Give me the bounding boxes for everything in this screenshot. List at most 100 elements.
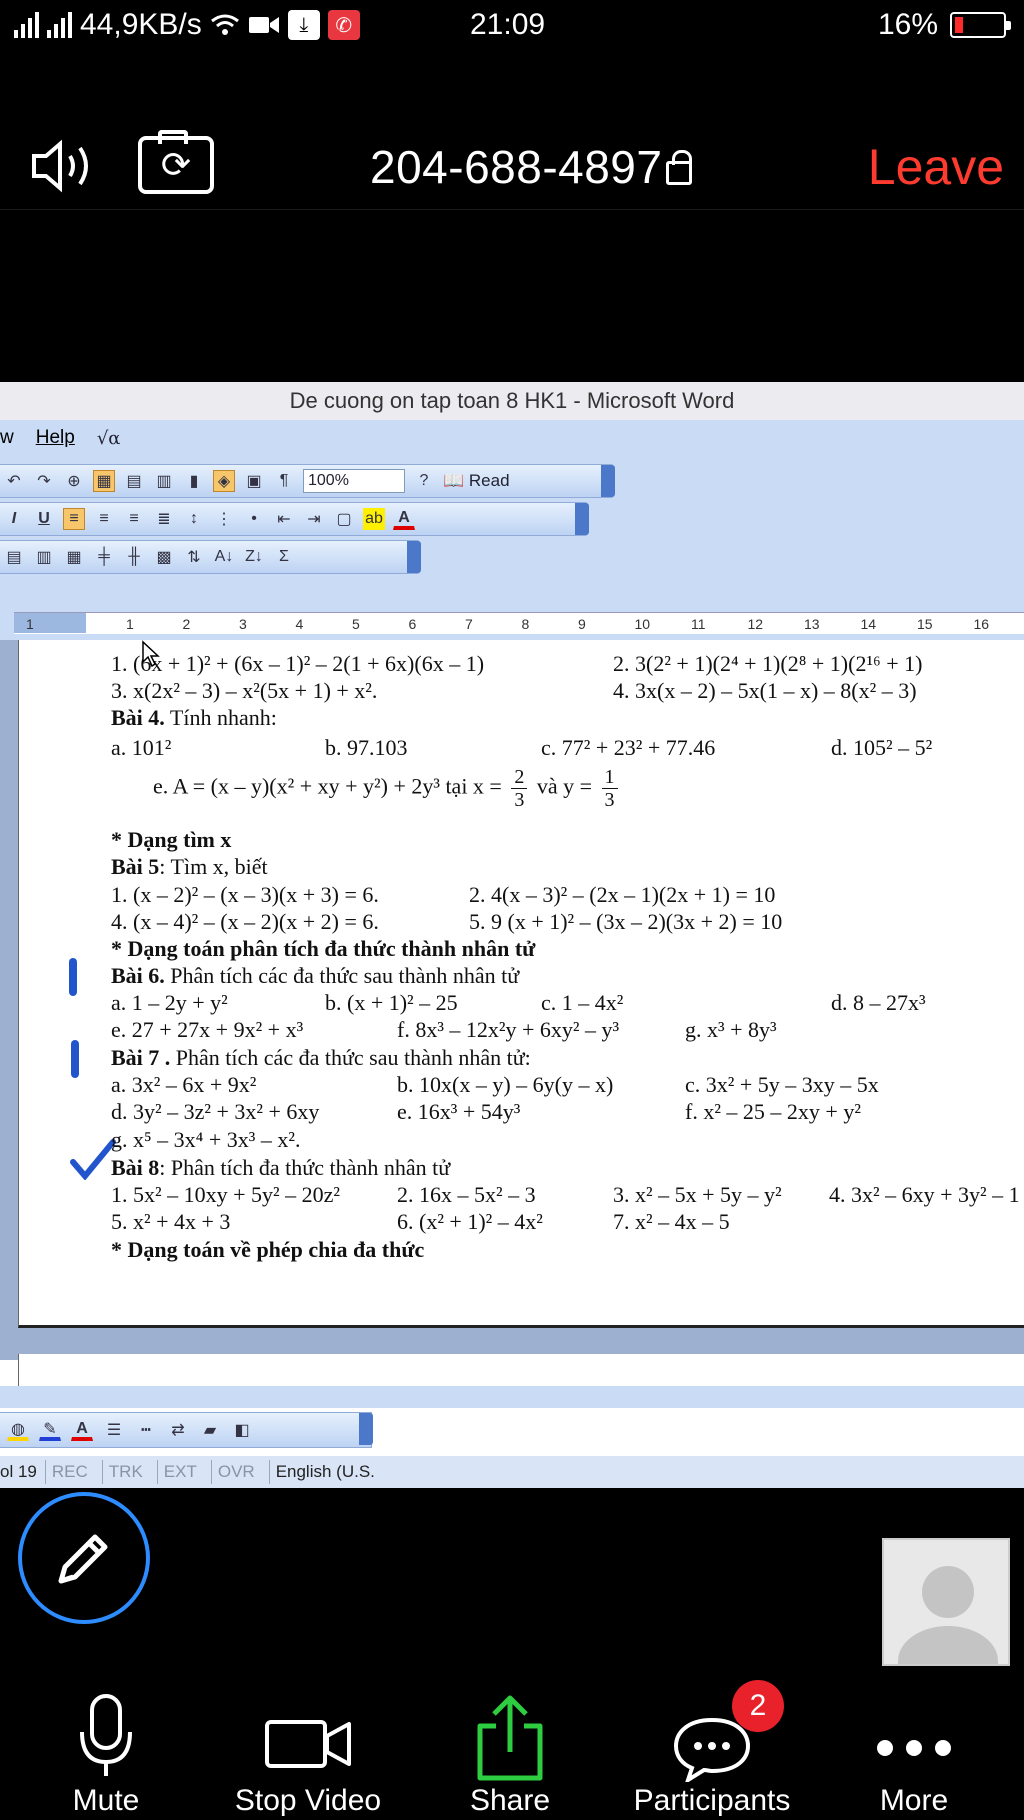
status-left: 44,9KB/s ⤓ ✆: [14, 8, 360, 42]
meeting-header: ⟳ 204-688-4897 Leave: [0, 110, 1024, 210]
insert-table-icon[interactable]: ▤: [123, 470, 145, 492]
ex5-4: 4. (x – 4)² – (x – 2)(x + 2) = 6.: [111, 909, 379, 934]
highlight-icon[interactable]: ab: [363, 508, 385, 530]
meeting-id-label[interactable]: 204-688-4897: [370, 140, 693, 194]
menu-item-view-partial[interactable]: w: [0, 427, 14, 449]
undo-icon[interactable]: ↶: [3, 470, 25, 492]
insert-excel-icon[interactable]: ▥: [153, 470, 175, 492]
bullets-icon[interactable]: •: [243, 508, 265, 530]
switch-camera-icon[interactable]: ⟳: [138, 130, 214, 194]
ex8-4: 4. 3x² – 6xy + 3y² – 1: [829, 1182, 1020, 1207]
read-button[interactable]: 📖 Read: [443, 471, 510, 491]
status-trk[interactable]: TRK: [101, 1460, 149, 1484]
ex8-title: : Phân tích đa thức thành nhân tử: [159, 1155, 451, 1180]
document-area[interactable]: 1. (6x + 1)² + (6x – 1)² – 2(1 + 6x)(6x …: [0, 640, 1024, 1394]
align-right-icon[interactable]: ≡: [123, 508, 145, 530]
align-cells-icon[interactable]: ▦: [63, 546, 85, 568]
video-camera-icon: [265, 1720, 351, 1768]
speaker-icon[interactable]: [30, 138, 100, 194]
font-color-drawing-icon[interactable]: A: [71, 1419, 93, 1441]
3d-icon[interactable]: ◧: [231, 1419, 253, 1441]
ex7-a: a. 3x² – 6x + 9x²: [111, 1072, 257, 1097]
leave-button[interactable]: Leave: [868, 138, 1004, 196]
line-spacing-icon[interactable]: ↕: [183, 508, 205, 530]
increase-indent-icon[interactable]: ⇥: [303, 508, 325, 530]
word-title-bar: De cuong on tap toan 8 HK1 - Microsoft W…: [0, 382, 1024, 420]
pencil-icon: [58, 1534, 108, 1584]
ex7-f: f. x² – 25 – 2xy + y²: [685, 1099, 861, 1124]
fraction-one-third: 13: [601, 766, 618, 811]
ruler-tick-label: 1: [126, 616, 134, 632]
redo-icon[interactable]: ↷: [33, 470, 55, 492]
ruler-tick-label: 10: [634, 616, 651, 632]
status-rec[interactable]: REC: [44, 1460, 94, 1484]
self-video-thumbnail[interactable]: [882, 1538, 1010, 1666]
help-icon[interactable]: ?: [413, 470, 435, 492]
microphone-icon: [80, 1694, 132, 1776]
battery-icon: [950, 12, 1011, 38]
ex7-c: c. 3x² + 5y – 3xy – 5x: [685, 1072, 879, 1097]
line-color-icon[interactable]: ✎: [39, 1419, 61, 1441]
tables-options-icon[interactable]: [407, 541, 421, 573]
lock-icon: [666, 150, 693, 185]
status-language[interactable]: English (U.S.: [268, 1460, 381, 1484]
autosum-icon[interactable]: Σ: [273, 546, 295, 568]
menu-item-help[interactable]: Help: [36, 427, 75, 449]
status-time: 21:09: [470, 8, 546, 41]
tables-borders-icon[interactable]: ▦: [93, 470, 115, 492]
status-ext[interactable]: EXT: [156, 1460, 203, 1484]
read-label: Read: [468, 471, 510, 490]
font-color-icon[interactable]: A: [393, 508, 415, 530]
align-left-icon[interactable]: ≡: [63, 508, 85, 530]
toolbar-options-icon[interactable]: [601, 465, 615, 497]
sort-descending-icon[interactable]: Z↓: [243, 546, 265, 568]
dash-style-icon[interactable]: ┅: [135, 1419, 157, 1441]
mouse-cursor-icon: [142, 640, 160, 668]
shadow-icon[interactable]: ▰: [199, 1419, 221, 1441]
annotate-button[interactable]: [18, 1492, 150, 1624]
formatting-options-icon[interactable]: [575, 503, 589, 535]
ruler-tick-label: 8: [521, 616, 530, 632]
ex5-title: : Tìm x, biết: [159, 854, 268, 879]
status-right: 16%: [877, 8, 1011, 42]
standard-toolbar: ↶ ↷ ⊕ ▦ ▤ ▥ ▮ ◈ ▣ ¶ 100% ? 📖 Read: [0, 464, 615, 498]
underline-icon[interactable]: U: [33, 508, 55, 530]
ex6-number: Bài 6.: [111, 963, 165, 988]
ex8-3: 3. x² – 5x + 5y – y²: [613, 1182, 782, 1207]
align-center-icon[interactable]: ≡: [93, 508, 115, 530]
distribute-columns-icon[interactable]: ╫: [123, 546, 145, 568]
ex7-b: b. 10x(x – y) – 6y(y – x): [397, 1072, 614, 1097]
decrease-indent-icon[interactable]: ⇤: [273, 508, 295, 530]
insert-rows-icon[interactable]: ▤: [3, 546, 25, 568]
sort-ascending-icon[interactable]: A↓: [213, 546, 235, 568]
borders-icon[interactable]: ▢: [333, 508, 355, 530]
columns-icon[interactable]: ▮: [183, 470, 205, 492]
fill-color-icon[interactable]: ◍: [7, 1419, 29, 1441]
document-page[interactable]: 1. (6x + 1)² + (6x – 1)² – 2(1 + 6x)(6x …: [18, 640, 1024, 1328]
battery-percent: 16%: [877, 8, 938, 41]
drawing-options-icon[interactable]: [359, 1413, 373, 1445]
arrow-style-icon[interactable]: ⇄: [167, 1419, 189, 1441]
justify-icon[interactable]: ≣: [153, 508, 175, 530]
italic-icon[interactable]: I: [3, 508, 25, 530]
wifi-icon: [210, 14, 239, 35]
numbering-icon[interactable]: ⋮: [213, 508, 235, 530]
drawing-icon[interactable]: ◈: [213, 470, 235, 492]
merge-cells-icon[interactable]: ▥: [33, 546, 55, 568]
distribute-rows-icon[interactable]: ╪: [93, 546, 115, 568]
horizontal-ruler[interactable]: 1 1 2 3 4 5 6 7 8 9 10 11 12 13 14 15 16: [14, 612, 1024, 634]
word-status-bar: ol 19 REC TRK EXT OVR English (U.S.: [0, 1456, 1024, 1488]
document-map-icon[interactable]: ▣: [243, 470, 265, 492]
hyperlink-icon[interactable]: ⊕: [63, 470, 85, 492]
show-hide-icon[interactable]: ¶: [273, 470, 295, 492]
equation-icon[interactable]: √α: [97, 428, 121, 449]
formatting-toolbar: I U ≡ ≡ ≡ ≣ ↕ ⋮ • ⇤ ⇥ ▢ ab A: [0, 502, 589, 536]
zoom-select[interactable]: 100%: [303, 469, 405, 493]
fraction-denominator: 3: [514, 789, 525, 811]
line-style-icon[interactable]: ☰: [103, 1419, 125, 1441]
table-autoformat-icon[interactable]: ▩: [153, 546, 175, 568]
ruler-tick-label: 3: [239, 616, 247, 632]
status-ovr[interactable]: OVR: [210, 1460, 261, 1484]
tables-toolbar: ▤ ▥ ▦ ╪ ╫ ▩ ⇅ A↓ Z↓ Σ: [0, 540, 421, 574]
text-direction-icon[interactable]: ⇅: [183, 546, 205, 568]
